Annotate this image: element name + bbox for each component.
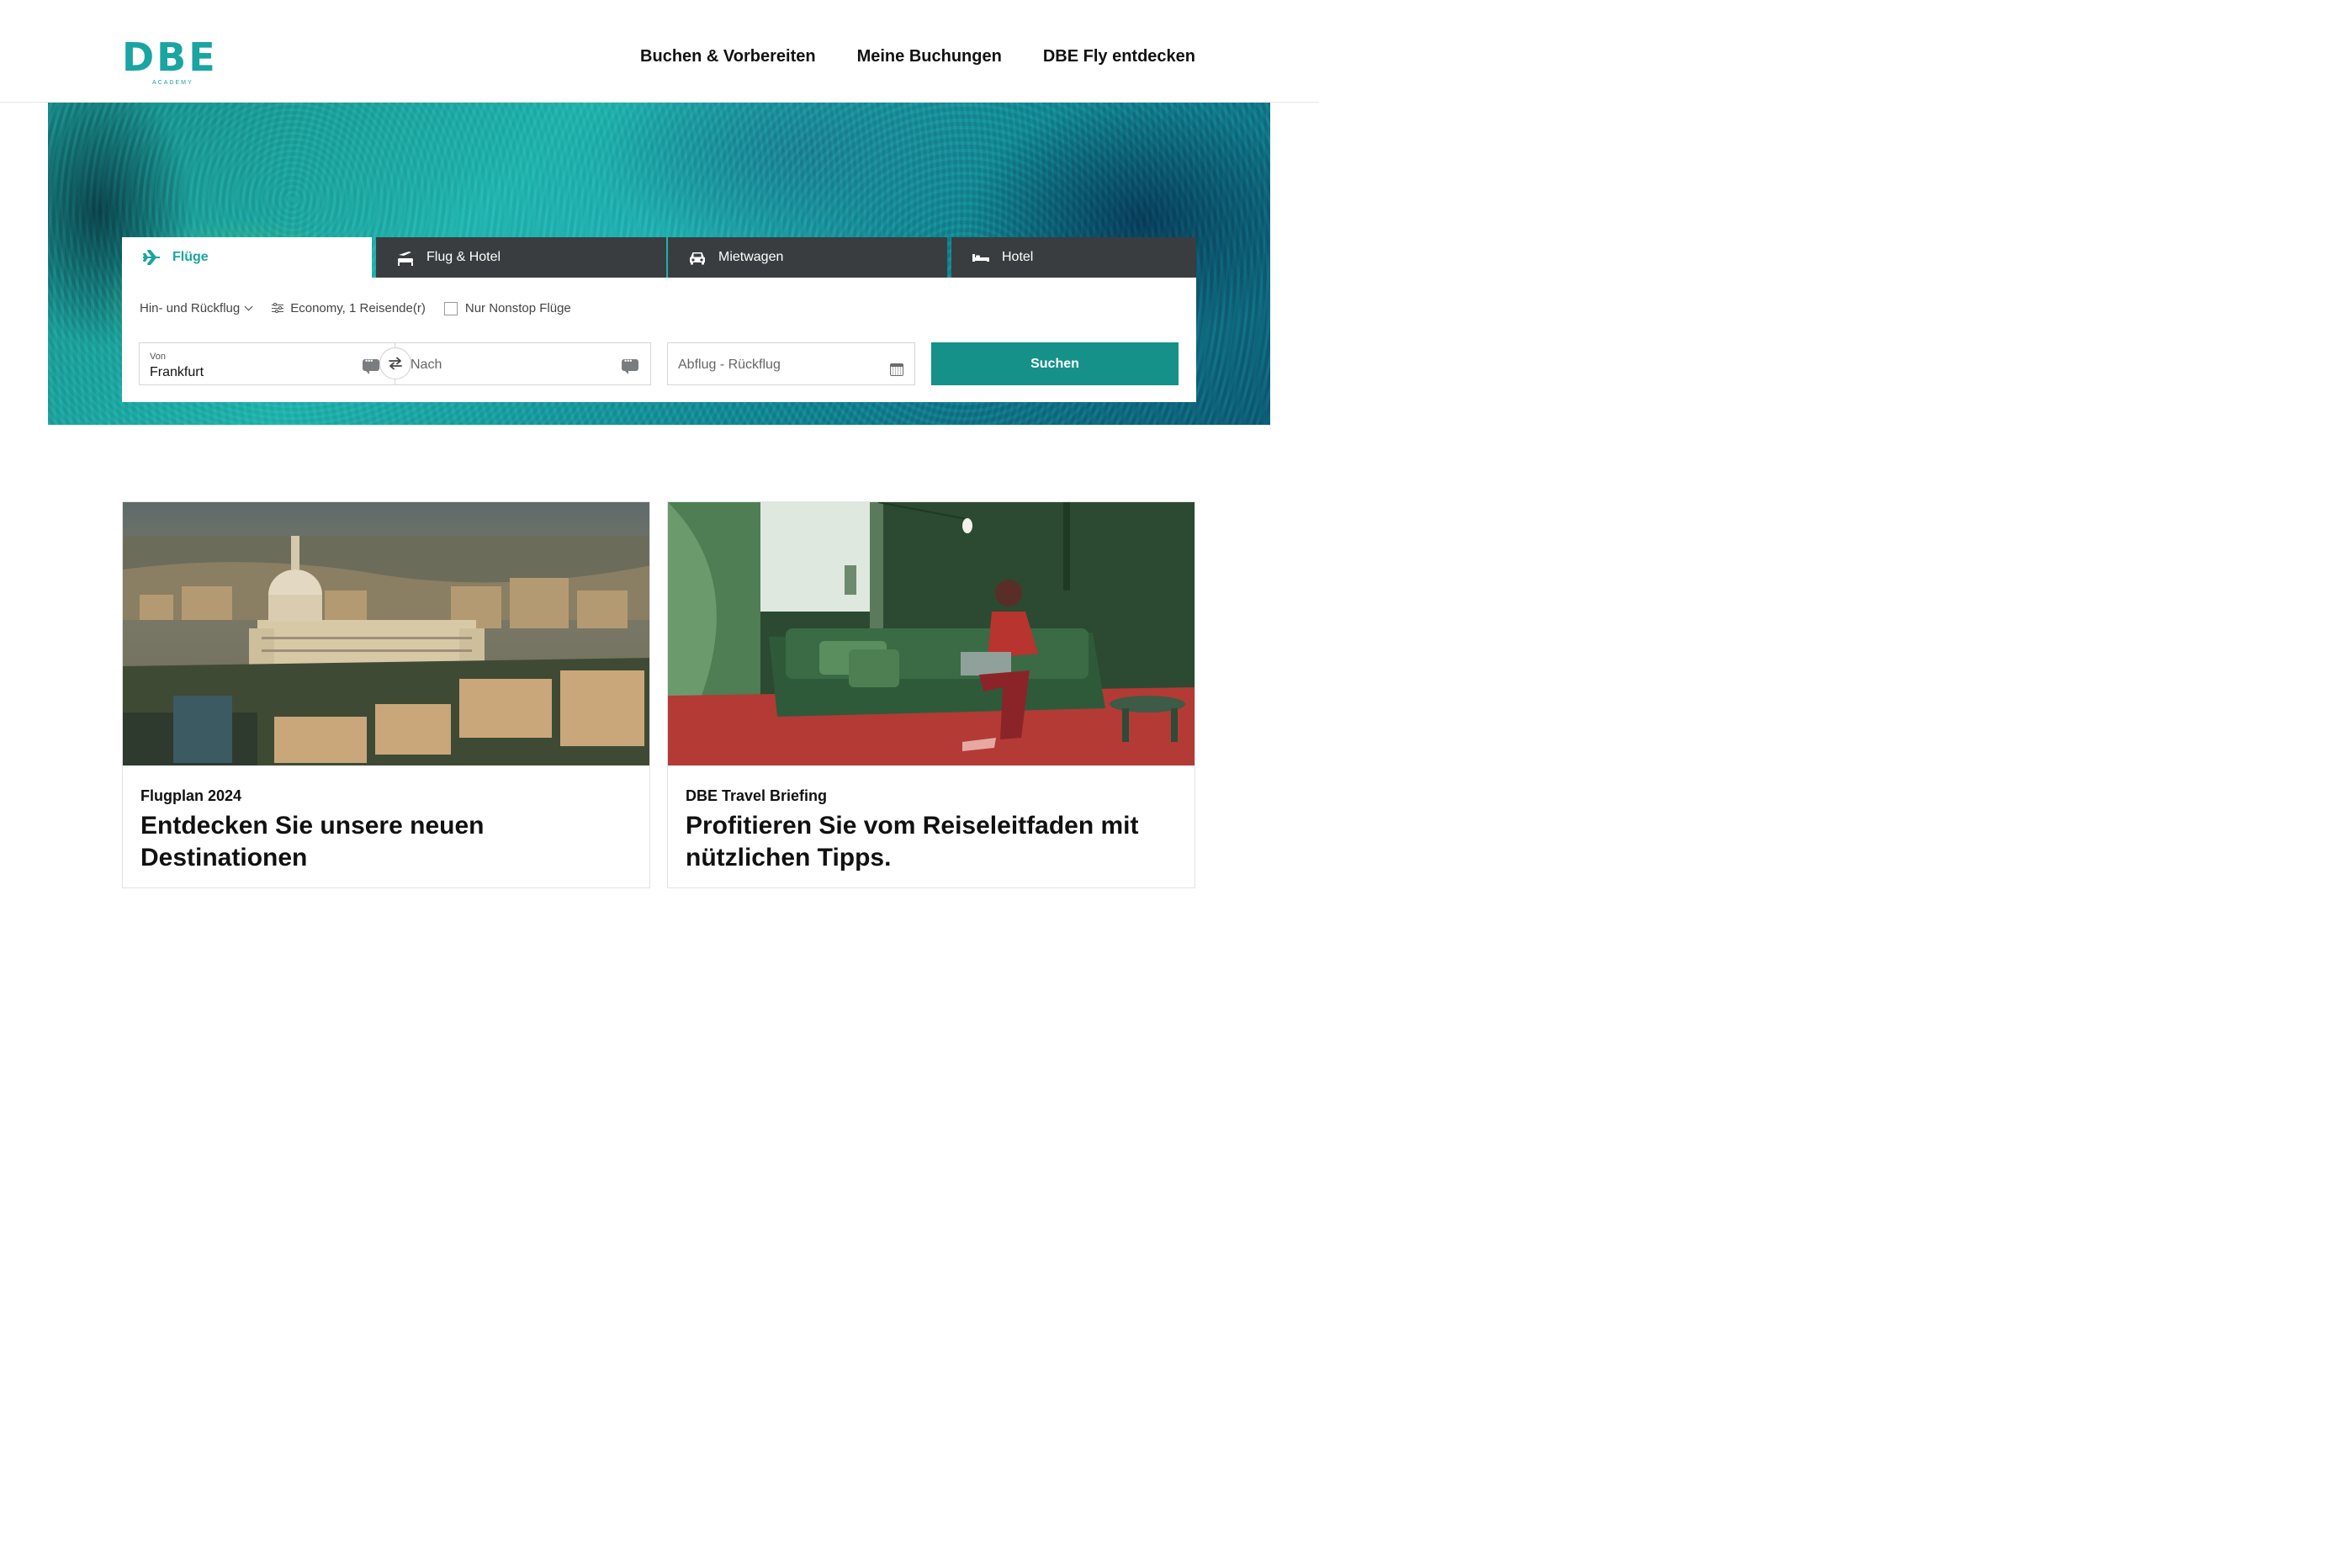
card-title: Entdecken Sie unsere neuen Destinationen (140, 812, 485, 871)
bed-icon (972, 250, 990, 265)
illustration-woman-laptop-sofa (668, 502, 1195, 765)
logo-subtitle: ACADEMY (152, 80, 193, 86)
dates-placeholder: Abflug - Rückflug (678, 358, 781, 372)
trip-type-dropdown[interactable]: Hin- und Rückflug (140, 301, 253, 315)
nav-meine-buchungen[interactable]: Meine Buchungen (857, 47, 1002, 66)
tab-label: Hotel (1002, 250, 1034, 264)
tab-label: Flug & Hotel (426, 250, 501, 264)
dbe-academy-logo[interactable]: DBE ACADEMY (122, 38, 216, 90)
card-kicker: DBE Travel Briefing (686, 787, 828, 804)
tab-fluege[interactable]: Flüge (122, 237, 372, 278)
search-options: Hin- und Rückflug Economy, 1 Reisende(r)… (140, 301, 571, 315)
teaser-card-travel-briefing[interactable]: DBE Travel Briefing Profitieren Sie vom … (667, 501, 1195, 888)
swap-airports-button[interactable] (379, 347, 411, 379)
origin-field[interactable]: Von Frankfurt (139, 342, 395, 385)
sliders-icon (272, 303, 284, 314)
origin-label: Von (150, 352, 166, 362)
tab-label: Mietwagen (718, 250, 784, 264)
nav-buchen-vorbereiten[interactable]: Buchen & Vorbereiten (640, 47, 816, 66)
logo-text: DBE (122, 34, 218, 80)
booking-tabs: Flüge Flug & Hotel Mietwagen Hotel (122, 237, 1196, 278)
cabin-travellers-value: Economy, 1 Reisende(r) (290, 301, 426, 315)
trip-type-value: Hin- und Rückflug (140, 301, 241, 315)
card-title: Profitieren Sie vom Reiseleitfaden mit n… (686, 812, 1139, 871)
nonstop-option[interactable]: Nur Nonstop Flüge (443, 301, 571, 315)
car-icon (688, 250, 707, 265)
calendar-icon[interactable] (890, 363, 903, 376)
cabin-travellers-selector[interactable]: Economy, 1 Reisende(r) (272, 301, 426, 315)
destination-field[interactable]: Nach (395, 342, 651, 385)
tab-mietwagen[interactable]: Mietwagen (668, 237, 947, 278)
search-button[interactable]: Suchen (931, 342, 1179, 385)
chat-bubble-icon[interactable] (622, 357, 638, 374)
tab-hotel[interactable]: Hotel (951, 237, 1196, 278)
card-kicker: Flugplan 2024 (140, 787, 242, 804)
main-nav: Buchen & Vorbereiten Meine Buchungen DBE… (640, 47, 1195, 66)
washington-capitol-image (123, 502, 649, 765)
nav-dbe-fly-entdecken[interactable]: DBE Fly entdecken (1043, 47, 1195, 66)
teaser-card-flugplan[interactable]: Flugplan 2024 Entdecken Sie unsere neuen… (122, 501, 650, 888)
tab-flug-hotel[interactable]: Flug & Hotel (376, 237, 666, 278)
chevron-down-icon (244, 302, 253, 311)
chat-bubble-icon[interactable] (363, 357, 379, 374)
origin-value: Frankfurt (150, 365, 204, 379)
swap-arrows-icon (389, 357, 402, 370)
site-header: DBE ACADEMY Buchen & Vorbereiten Meine B… (0, 0, 1319, 103)
tab-label: Flüge (172, 250, 209, 264)
dates-field[interactable]: Abflug - Rückflug (667, 342, 915, 385)
nonstop-label: Nur Nonstop Flüge (464, 301, 571, 315)
airplane-icon (142, 250, 161, 265)
flight-search-panel: Hin- und Rückflug Economy, 1 Reisende(r)… (122, 278, 1196, 402)
destination-placeholder: Nach (411, 358, 442, 372)
nonstop-checkbox[interactable] (443, 301, 458, 315)
flight-hotel-icon (396, 250, 415, 266)
